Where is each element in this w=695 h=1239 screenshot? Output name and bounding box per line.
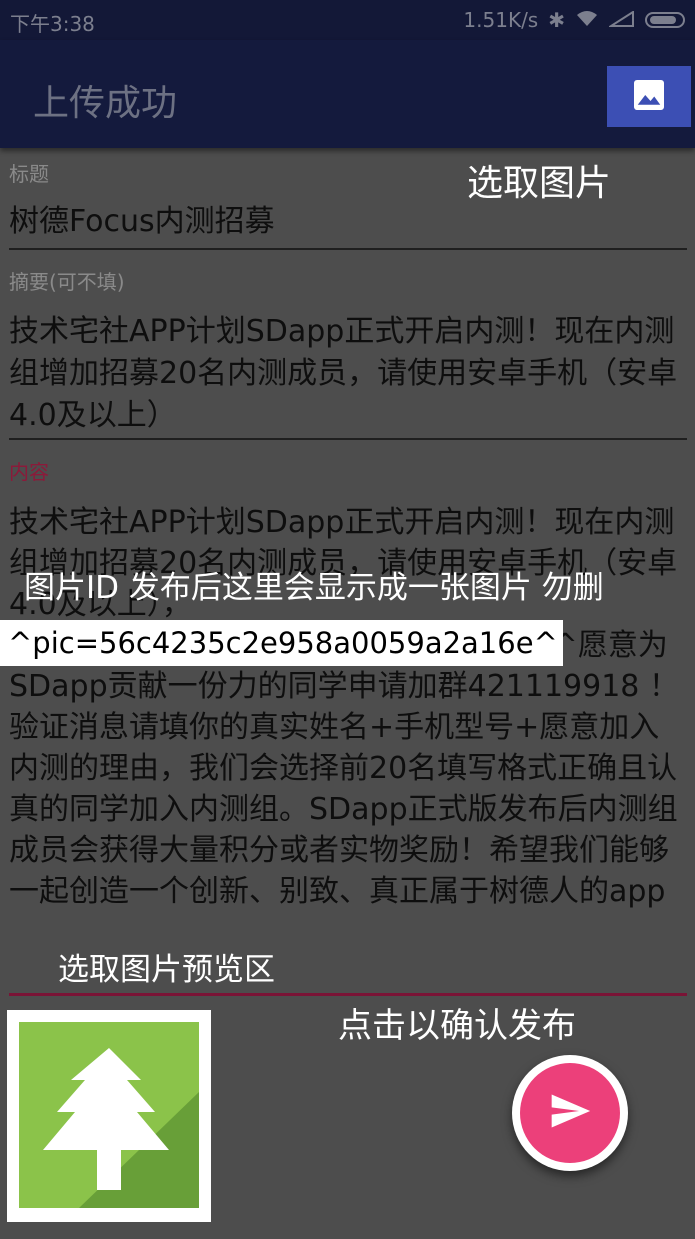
summary-divider	[9, 438, 687, 440]
signal-icon	[607, 8, 635, 32]
publish-fab[interactable]	[512, 1055, 628, 1171]
tree-icon	[19, 1022, 199, 1208]
content-label: 内容	[9, 460, 49, 484]
page-title: 上传成功	[33, 83, 178, 124]
summary-label: 摘要(可不填)	[9, 270, 125, 294]
bluetooth-icon: ✱	[548, 8, 565, 32]
title-input[interactable]: 树德Focus内测招募	[9, 201, 679, 243]
status-icons: 1.51K/s ✱	[463, 8, 685, 32]
pic-id-hint: 图片ID 发布后这里会显示成一张图片 勿删	[24, 570, 604, 606]
send-icon	[548, 1089, 592, 1137]
preview-image	[19, 1022, 199, 1208]
wifi-icon	[575, 8, 599, 32]
publish-fab-core	[520, 1063, 620, 1163]
pick-image-button[interactable]	[607, 66, 691, 127]
content-divider	[9, 993, 687, 996]
preview-area-hint: 选取图片预览区	[58, 952, 275, 988]
pick-image-hint: 选取图片	[467, 163, 612, 204]
image-preview[interactable]	[7, 1010, 211, 1222]
app-bar: 上传成功	[0, 40, 695, 148]
status-time: 下午3:38	[10, 12, 95, 36]
confirm-publish-hint: 点击以确认发布	[338, 1006, 576, 1046]
battery-icon	[645, 12, 685, 28]
pic-id-highlight: ^pic=56c4235c2e958a0059a2a16e^	[0, 620, 563, 666]
title-divider	[9, 248, 687, 250]
summary-input[interactable]: 技术宅社APP计划SDapp正式开启内测！现在内测组增加招募20名内测成员，请使…	[9, 311, 679, 437]
network-speed: 1.51K/s	[463, 8, 539, 32]
title-label: 标题	[9, 162, 49, 186]
image-icon	[631, 77, 667, 117]
status-bar: 下午3:38 1.51K/s ✱	[0, 0, 695, 40]
